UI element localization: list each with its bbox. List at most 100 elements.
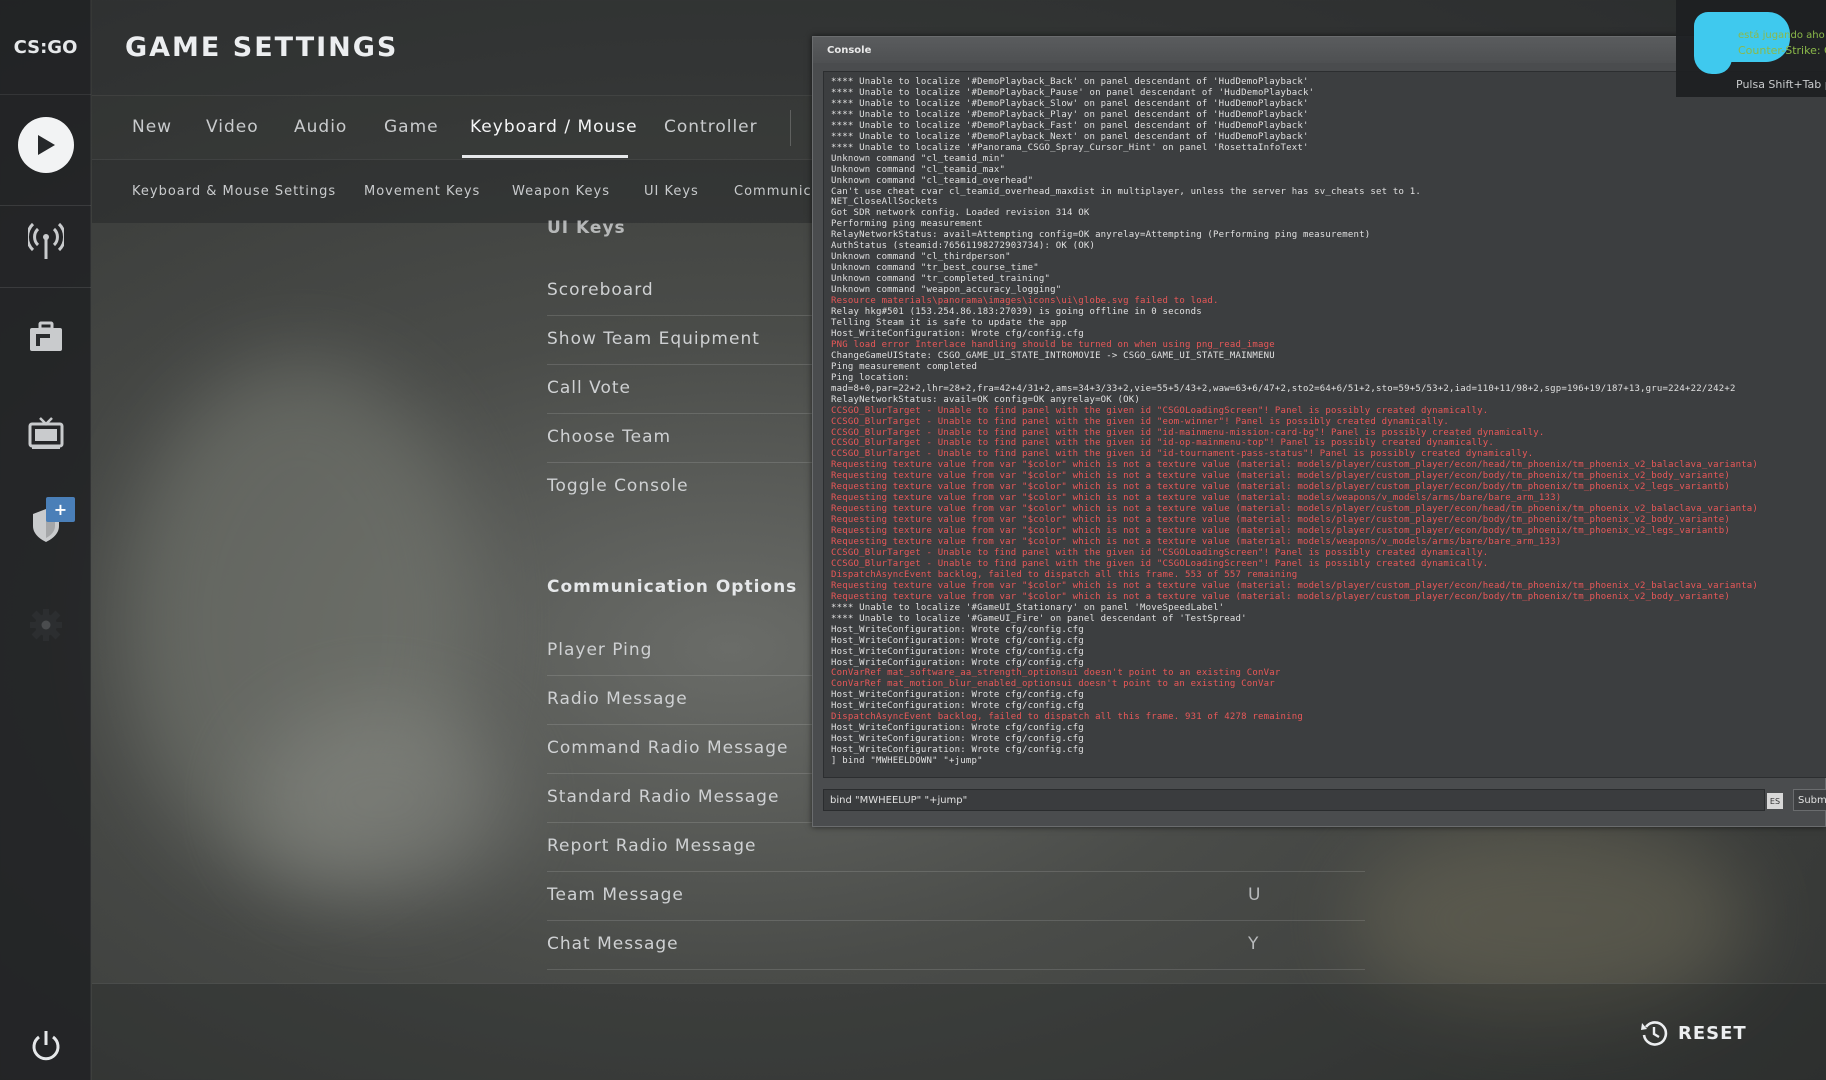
tv-icon: [28, 417, 63, 449]
watch-button[interactable]: [0, 398, 91, 468]
console-line: Telling Steam it is safe to update the a…: [831, 317, 1067, 328]
console-line: Unknown command "tr_best_course_time": [831, 263, 1039, 274]
watch-broadcast-button[interactable]: [0, 205, 91, 275]
csgo-logo[interactable]: CS:GO: [0, 0, 91, 95]
console-line: CCSGO_BlurTarget - Unable to find panel …: [831, 547, 1489, 558]
steam-notification[interactable]: está jugando aho Counter-Strike: G Pulsa…: [1676, 0, 1826, 97]
keybind-label: Call Vote: [547, 378, 631, 398]
tab-new[interactable]: New: [132, 117, 172, 137]
console-line: Host_WriteConfiguration: Wrote cfg/confi…: [831, 646, 1084, 657]
sidebar: CS:GO +: [0, 0, 91, 1080]
keybind-label: Standard Radio Message: [547, 787, 780, 807]
keybind-row-report-radio-message[interactable]: Report Radio Message: [547, 823, 1365, 872]
console-line: PNG load error Interlace handling should…: [831, 339, 1275, 350]
badge-text: +: [53, 500, 68, 519]
settings-button[interactable]: [0, 590, 91, 660]
subtab-keyboard-mouse-settings[interactable]: Keyboard & Mouse Settings: [132, 184, 336, 199]
console-line: Got SDR network config. Loaded revision …: [831, 208, 1090, 219]
keybind-label: Player Ping: [547, 640, 653, 660]
console-input-value: bind "MWHEELUP" "+jump": [830, 795, 968, 806]
broadcast-icon: [27, 222, 64, 259]
console-submit-button[interactable]: Submit: [1793, 789, 1826, 811]
console-line: Host_WriteConfiguration: Wrote cfg/confi…: [831, 745, 1084, 756]
keybind-label: Choose Team: [547, 427, 672, 447]
section-heading-ui-keys: UI Keys: [547, 218, 626, 238]
console-line: **** Unable to localize '#DemoPlayback_P…: [831, 109, 1309, 120]
console-es-icon[interactable]: ES: [1767, 793, 1783, 809]
console-line: Unknown command "cl_thirdperson": [831, 252, 1011, 263]
console-line: Requesting texture value from var "$colo…: [831, 580, 1759, 591]
console-es-label: ES: [1769, 796, 1781, 806]
console-line: ConVarRef mat_motion_blur_enabled_option…: [831, 679, 1275, 690]
active-tab-indicator: [462, 155, 628, 158]
console-line: Requesting texture value from var "$colo…: [831, 482, 1730, 493]
keybind-label: Scoreboard: [547, 280, 654, 300]
console-line: ConVarRef mat_software_aa_strength_optio…: [831, 668, 1281, 679]
notification-status: está jugando aho: [1738, 30, 1825, 41]
console-line: Host_WriteConfiguration: Wrote cfg/confi…: [831, 690, 1084, 701]
reset-button[interactable]: RESET: [1640, 1017, 1747, 1049]
console-line: mad=8+0,par=22+2,lhr=28+2,fra=42+4/31+2,…: [831, 383, 1736, 394]
console-line: RelayNetworkStatus: avail=OK config=OK a…: [831, 394, 1141, 405]
notification-game: Counter-Strike: G: [1738, 44, 1826, 57]
console-line: Unknown command "tr_completed_training": [831, 274, 1051, 285]
keybind-label: Radio Message: [547, 689, 688, 709]
console-line: Host_WriteConfiguration: Wrote cfg/confi…: [831, 635, 1084, 646]
keybind-value: U: [1248, 885, 1261, 905]
console-window[interactable]: Console **** Unable to localize '#DemoPl…: [812, 36, 1826, 827]
tab-video[interactable]: Video: [206, 117, 259, 137]
subtab-movement-keys[interactable]: Movement Keys: [364, 184, 480, 199]
console-line: Unknown command "cl_teamid_min": [831, 153, 1006, 164]
keybind-label: Chat Message: [547, 934, 679, 954]
console-input[interactable]: bind "MWHEELUP" "+jump": [823, 789, 1765, 811]
console-line: CCSGO_BlurTarget - Unable to find panel …: [831, 449, 1534, 460]
subtab-communication[interactable]: Communica: [734, 184, 821, 199]
section-heading-communication: Communication Options: [547, 577, 798, 597]
console-line: Unknown command "weapon_accuracy_logging…: [831, 285, 1062, 296]
console-title-bar[interactable]: Console: [813, 37, 1825, 63]
tab-keyboard-mouse[interactable]: Keyboard / Mouse: [470, 117, 638, 137]
keybind-row-team-message[interactable]: Team Message U: [547, 872, 1365, 921]
console-line: DispatchAsyncEvent backlog, failed to di…: [831, 569, 1298, 580]
console-line: Requesting texture value from var "$colo…: [831, 591, 1730, 602]
quit-button[interactable]: [0, 1011, 91, 1080]
page-title: GAME SETTINGS: [125, 32, 399, 63]
tab-divider: [790, 110, 791, 146]
console-line: Requesting texture value from var "$colo…: [831, 460, 1759, 471]
console-line: Requesting texture value from var "$colo…: [831, 504, 1759, 515]
console-line: Relay hkg#501 (153.254.86.183:27039) is …: [831, 307, 1202, 318]
tab-game[interactable]: Game: [384, 117, 439, 137]
console-line: **** Unable to localize '#DemoPlayback_N…: [831, 131, 1309, 142]
tab-controller[interactable]: Controller: [664, 117, 758, 137]
briefcase-icon: [29, 321, 62, 351]
console-line: **** Unable to localize '#GameUI_Fire' o…: [831, 613, 1247, 624]
console-line: Host_WriteConfiguration: Wrote cfg/confi…: [831, 701, 1084, 712]
reset-label: RESET: [1678, 1022, 1747, 1044]
background-blur: [250, 700, 510, 900]
console-line: Ping location:: [831, 372, 910, 383]
console-line: **** Unable to localize '#DemoPlayback_F…: [831, 120, 1309, 131]
console-submit-label: Submit: [1798, 795, 1826, 806]
console-line: **** Unable to localize '#DemoPlayback_S…: [831, 98, 1309, 109]
console-line: **** Unable to localize '#DemoPlayback_P…: [831, 87, 1315, 98]
subtab-weapon-keys[interactable]: Weapon Keys: [512, 184, 610, 199]
keybind-label: Show Team Equipment: [547, 329, 760, 349]
console-line: Can't use cheat cvar cl_teamid_overhead_…: [831, 186, 1421, 197]
footer-bar: [92, 983, 1826, 1080]
console-line: RelayNetworkStatus: avail=Attempting con…: [831, 230, 1371, 241]
play-button[interactable]: [0, 110, 91, 180]
keybind-label: Team Message: [547, 885, 684, 905]
console-title: Console: [827, 45, 872, 56]
keybind-label: Command Radio Message: [547, 738, 789, 758]
inventory-button[interactable]: [0, 302, 91, 372]
console-line: Unknown command "cl_teamid_max": [831, 164, 1006, 175]
new-badge: +: [46, 497, 75, 522]
tab-audio[interactable]: Audio: [294, 117, 347, 137]
console-log[interactable]: **** Unable to localize '#DemoPlayback_B…: [823, 71, 1826, 778]
logo-text: CS:GO: [13, 36, 78, 58]
console-line: Performing ping measurement: [831, 219, 983, 230]
reset-icon: [1641, 1021, 1668, 1046]
keybind-row-chat-message[interactable]: Chat Message Y: [547, 921, 1365, 970]
subtab-ui-keys[interactable]: UI Keys: [644, 184, 699, 199]
sidebar-divider: [0, 287, 91, 288]
